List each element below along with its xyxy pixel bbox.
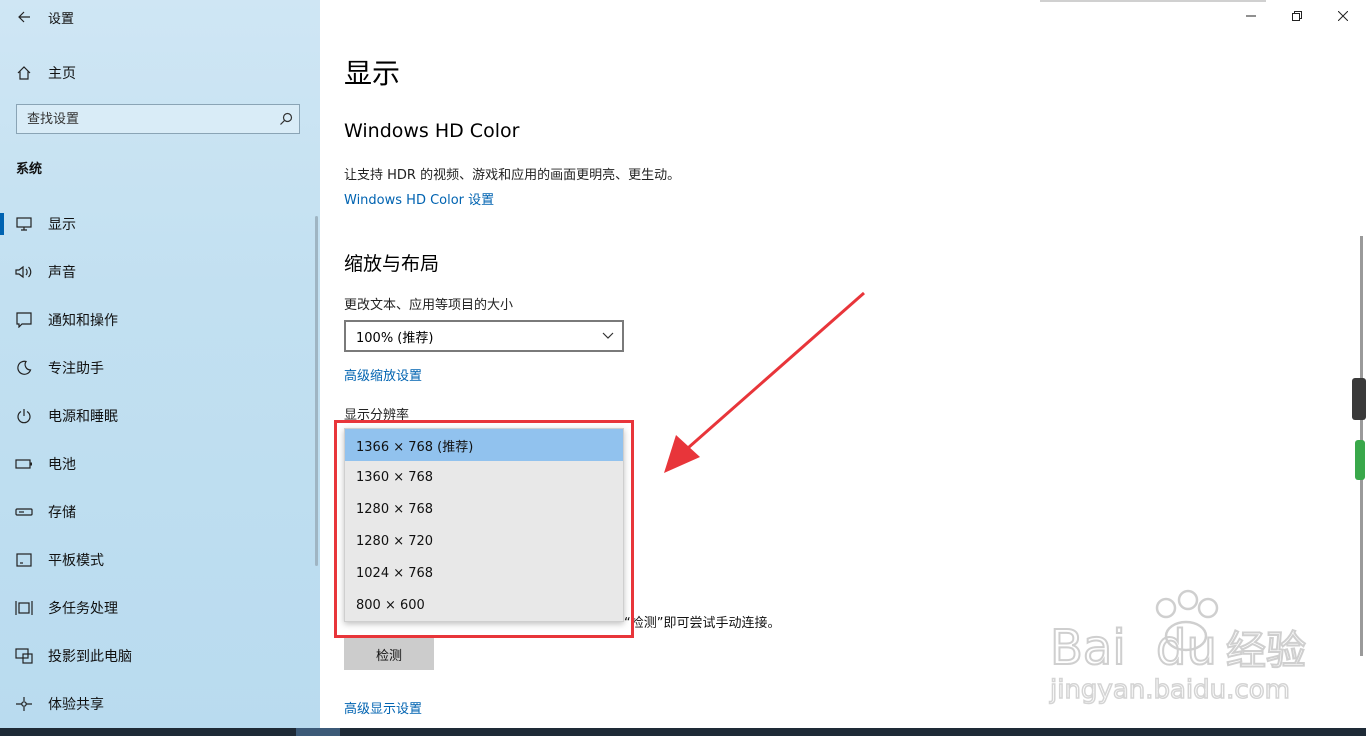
home-icon (0, 65, 48, 81)
search-input[interactable] (17, 105, 273, 133)
search-box[interactable] (16, 104, 300, 134)
project-icon (0, 648, 48, 664)
close-icon (1338, 11, 1348, 21)
sidebar-item-battery[interactable]: 电池 (0, 440, 320, 488)
sidebar-item-display[interactable]: 显示 (0, 200, 320, 248)
sidebar-item-label: 专注助手 (48, 361, 104, 377)
app-title: 设置 (48, 11, 75, 27)
advanced-display-link[interactable]: 高级显示设置 (344, 698, 422, 717)
hd-color-heading: Windows HD Color (344, 120, 520, 142)
sidebar-item-label: 电池 (48, 457, 76, 473)
monitor-icon (0, 217, 48, 231)
sidebar-item-label: 投影到此电脑 (48, 649, 132, 665)
home-label: 主页 (48, 66, 76, 82)
highlight-box (334, 420, 634, 638)
sidebar-item-storage[interactable]: 存储 (0, 488, 320, 536)
power-icon (0, 408, 48, 424)
sidebar-item-label: 体验共享 (48, 697, 104, 713)
sidebar-item-focus-assist[interactable]: 专注助手 (0, 344, 320, 392)
side-widget (1355, 440, 1365, 480)
sidebar-item-label: 显示 (48, 217, 76, 233)
multitask-icon (0, 600, 48, 616)
sidebar-item-label: 存储 (48, 505, 76, 521)
taskbar (0, 728, 1366, 736)
scroll-grip[interactable] (1352, 378, 1366, 420)
text-size-label: 更改文本、应用等项目的大小 (344, 298, 514, 313)
share-icon (0, 696, 48, 712)
close-button[interactable] (1320, 0, 1366, 32)
annotation-arrow-icon (664, 291, 865, 473)
sidebar-item-label: 电源和睡眠 (48, 409, 118, 425)
scale-dropdown-value: 100% (推荐) (356, 330, 434, 346)
hd-color-settings-link[interactable]: Windows HD Color 设置 (344, 189, 494, 208)
sidebar-item-notifications[interactable]: 通知和操作 (0, 296, 320, 344)
taskbar-app[interactable] (296, 728, 340, 736)
detect-description: “检测”即可尝试手动连接。 (624, 616, 781, 631)
page-title: 显示 (344, 57, 401, 90)
arrow-left-icon (18, 11, 30, 23)
sidebar-item-power[interactable]: 电源和睡眠 (0, 392, 320, 440)
sidebar-nav: 显示 声音 通知和操作 专注助手 电源和睡眠 电池 存储 平板模式 多任务处理 … (0, 200, 320, 728)
sidebar-item-home[interactable]: 主页 (0, 58, 320, 88)
sidebar-item-project[interactable]: 投影到此电脑 (0, 632, 320, 680)
scale-layout-heading: 缩放与布局 (344, 253, 440, 275)
sidebar-item-tablet-mode[interactable]: 平板模式 (0, 536, 320, 584)
storage-icon (0, 508, 48, 516)
speaker-icon (0, 265, 48, 279)
back-button[interactable] (0, 0, 48, 34)
search-icon[interactable] (273, 112, 299, 126)
message-icon (0, 312, 48, 328)
sidebar-item-label: 平板模式 (48, 553, 104, 569)
sidebar-item-label: 多任务处理 (48, 601, 118, 617)
section-title: 系统 (16, 162, 43, 177)
sidebar-item-label: 声音 (48, 265, 76, 281)
sidebar-item-sound[interactable]: 声音 (0, 248, 320, 296)
title-bar: 设置 (0, 0, 320, 34)
sidebar: 设置 主页 系统 显示 声音 通知和操作 专注助手 (0, 0, 320, 728)
sidebar-scrollbar[interactable] (315, 216, 318, 566)
advanced-scaling-link[interactable]: 高级缩放设置 (344, 365, 422, 384)
battery-icon (0, 459, 48, 469)
detect-button[interactable]: 检测 (344, 638, 434, 670)
moon-icon (0, 360, 48, 376)
sidebar-item-shared-experiences[interactable]: 体验共享 (0, 680, 320, 728)
scale-dropdown[interactable]: 100% (推荐) (344, 320, 624, 352)
sidebar-item-label: 通知和操作 (48, 313, 118, 329)
chevron-down-icon (602, 332, 614, 339)
hd-color-description: 让支持 HDR 的视频、游戏和应用的画面更明亮、更生动。 (344, 168, 681, 183)
tablet-icon (0, 553, 48, 567)
sidebar-item-multitasking[interactable]: 多任务处理 (0, 584, 320, 632)
